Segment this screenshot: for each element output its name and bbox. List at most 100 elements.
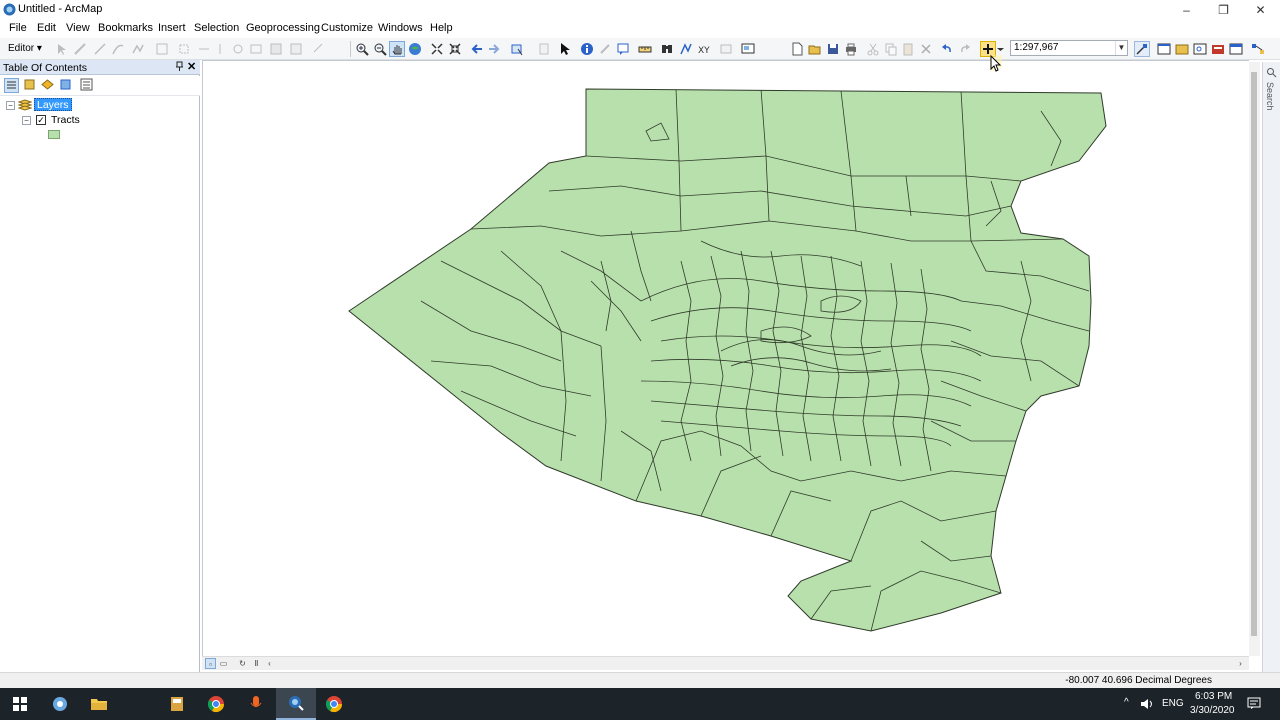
cut-icon[interactable] [865, 41, 881, 57]
scale-dropdown-icon[interactable]: ▼ [1115, 41, 1127, 55]
editor-toolbar-icon[interactable] [1134, 41, 1150, 57]
scroll-right-icon[interactable]: › [1235, 658, 1246, 669]
menu-help[interactable]: Help [430, 22, 453, 34]
edit-vertices-icon[interactable] [154, 41, 170, 57]
reshape-icon[interactable] [176, 41, 192, 57]
toc-close-icon[interactable]: ✕ [187, 60, 196, 73]
arctoolbox-icon[interactable] [1210, 41, 1226, 57]
notifications-icon[interactable] [1247, 697, 1261, 710]
menu-file[interactable]: File [9, 22, 27, 34]
copy-icon[interactable] [883, 41, 899, 57]
menu-view[interactable]: View [66, 22, 90, 34]
menu-geoprocessing[interactable]: Geoprocessing [246, 22, 320, 34]
find-route-icon[interactable] [678, 41, 694, 57]
restore-button[interactable]: ❐ [1205, 0, 1242, 20]
open-icon[interactable] [807, 41, 823, 57]
snipping-tool-icon[interactable] [40, 688, 80, 720]
full-extent-icon[interactable] [407, 41, 423, 57]
zoom-out-icon[interactable] [372, 41, 388, 57]
data-frame-layers-label[interactable]: Layers [34, 98, 72, 111]
tracts-symbol-swatch[interactable] [48, 130, 60, 139]
map-view[interactable] [202, 60, 1249, 656]
recorder-icon[interactable] [236, 688, 276, 720]
list-by-selection-icon[interactable] [59, 78, 74, 93]
toc-options-icon[interactable] [80, 78, 95, 93]
create-viewer-window-icon[interactable] [740, 41, 756, 57]
python-window-icon[interactable] [1228, 41, 1244, 57]
catalog-icon[interactable] [1174, 41, 1190, 57]
find-icon[interactable] [659, 41, 675, 57]
sketch-properties-icon[interactable] [268, 41, 284, 57]
windows-start-icon[interactable] [0, 688, 40, 720]
hyperlink-icon[interactable] [597, 41, 613, 57]
save-icon[interactable] [825, 41, 841, 57]
fixed-zoom-out-icon[interactable] [447, 41, 463, 57]
tracts-collapse-icon[interactable]: − [22, 116, 31, 125]
volume-icon[interactable] [1140, 698, 1154, 710]
arccatalog-taskbar-icon[interactable] [157, 688, 197, 720]
redo-icon[interactable] [957, 41, 973, 57]
paste-icon[interactable] [900, 41, 916, 57]
split-icon[interactable] [212, 41, 228, 57]
menu-selection[interactable]: Selection [194, 22, 239, 34]
minimize-button[interactable]: – [1168, 0, 1205, 20]
clear-selection-icon[interactable] [536, 41, 552, 57]
data-view-button-icon[interactable]: ▫ [205, 658, 216, 669]
edit-dropdown-icon[interactable] [310, 41, 326, 57]
forward-icon[interactable] [486, 41, 502, 57]
search-window-icon[interactable] [1192, 41, 1208, 57]
refresh-view-icon[interactable]: ↻ [237, 658, 248, 669]
clock-date[interactable]: 3/30/2020 [1190, 705, 1235, 716]
chrome-icon[interactable] [196, 688, 236, 720]
menu-insert[interactable]: Insert [158, 22, 186, 34]
chrome-second-icon[interactable] [314, 688, 354, 720]
edit-tool-icon[interactable] [54, 41, 70, 57]
map-scale-input[interactable]: 1:297,967 ▼ [1010, 40, 1128, 56]
menu-bookmarks[interactable]: Bookmarks [98, 22, 153, 34]
list-by-drawing-order-icon[interactable] [4, 78, 19, 93]
file-explorer-icon[interactable] [79, 688, 119, 720]
undo-icon[interactable] [939, 41, 955, 57]
table-of-contents-icon[interactable] [1156, 41, 1172, 57]
tracts-map[interactable] [203, 61, 1250, 657]
layout-view-button-icon[interactable]: ▭ [218, 658, 229, 669]
time-slider-icon[interactable] [718, 41, 734, 57]
list-by-visibility-icon[interactable] [41, 78, 56, 93]
map-vertical-scrollbar[interactable] [1249, 62, 1260, 656]
clock-time[interactable]: 6:03 PM [1195, 691, 1232, 702]
cut-polygons-icon[interactable] [196, 41, 212, 57]
fixed-zoom-in-icon[interactable] [429, 41, 445, 57]
arcmap-taskbar-icon[interactable] [276, 688, 316, 720]
html-popup-icon[interactable] [615, 41, 631, 57]
search-side-tab[interactable]: Search [1262, 62, 1280, 672]
endpoint-arc-icon[interactable] [110, 41, 126, 57]
editor-menu-button[interactable]: Editor ▾ [8, 41, 42, 57]
input-language[interactable]: ENG [1162, 698, 1184, 709]
edit-annotation-icon[interactable] [72, 41, 88, 57]
attributes-icon[interactable] [248, 41, 264, 57]
menu-windows[interactable]: Windows [378, 22, 423, 34]
select-elements-icon[interactable] [557, 41, 573, 57]
list-by-source-icon[interactable] [23, 78, 38, 93]
vertical-scroll-thumb[interactable] [1251, 72, 1257, 636]
select-by-graphics-icon[interactable] [509, 41, 525, 57]
trace-icon[interactable] [130, 41, 146, 57]
rotate-icon[interactable] [230, 41, 246, 57]
tracts-visibility-checkbox[interactable]: ✓ [36, 115, 46, 125]
tray-overflow-icon[interactable]: ^ [1124, 697, 1129, 708]
print-icon[interactable] [843, 41, 859, 57]
layer-name-tracts[interactable]: Tracts [51, 114, 80, 126]
pause-drawing-icon[interactable]: Ⅱ [251, 658, 262, 669]
measure-icon[interactable] [637, 41, 653, 57]
go-to-xy-icon[interactable]: XY [696, 41, 712, 57]
auto-hide-pin-icon[interactable] [175, 61, 184, 74]
scroll-left-icon[interactable]: ‹ [264, 658, 275, 669]
zoom-in-icon[interactable] [354, 41, 370, 57]
layers-collapse-icon[interactable]: − [6, 101, 15, 110]
pan-icon[interactable] [389, 41, 405, 57]
create-features-icon[interactable] [288, 41, 304, 57]
back-icon[interactable] [469, 41, 485, 57]
county-outline[interactable] [348, 88, 1107, 632]
delete-icon[interactable] [918, 41, 934, 57]
identify-icon[interactable] [579, 41, 595, 57]
